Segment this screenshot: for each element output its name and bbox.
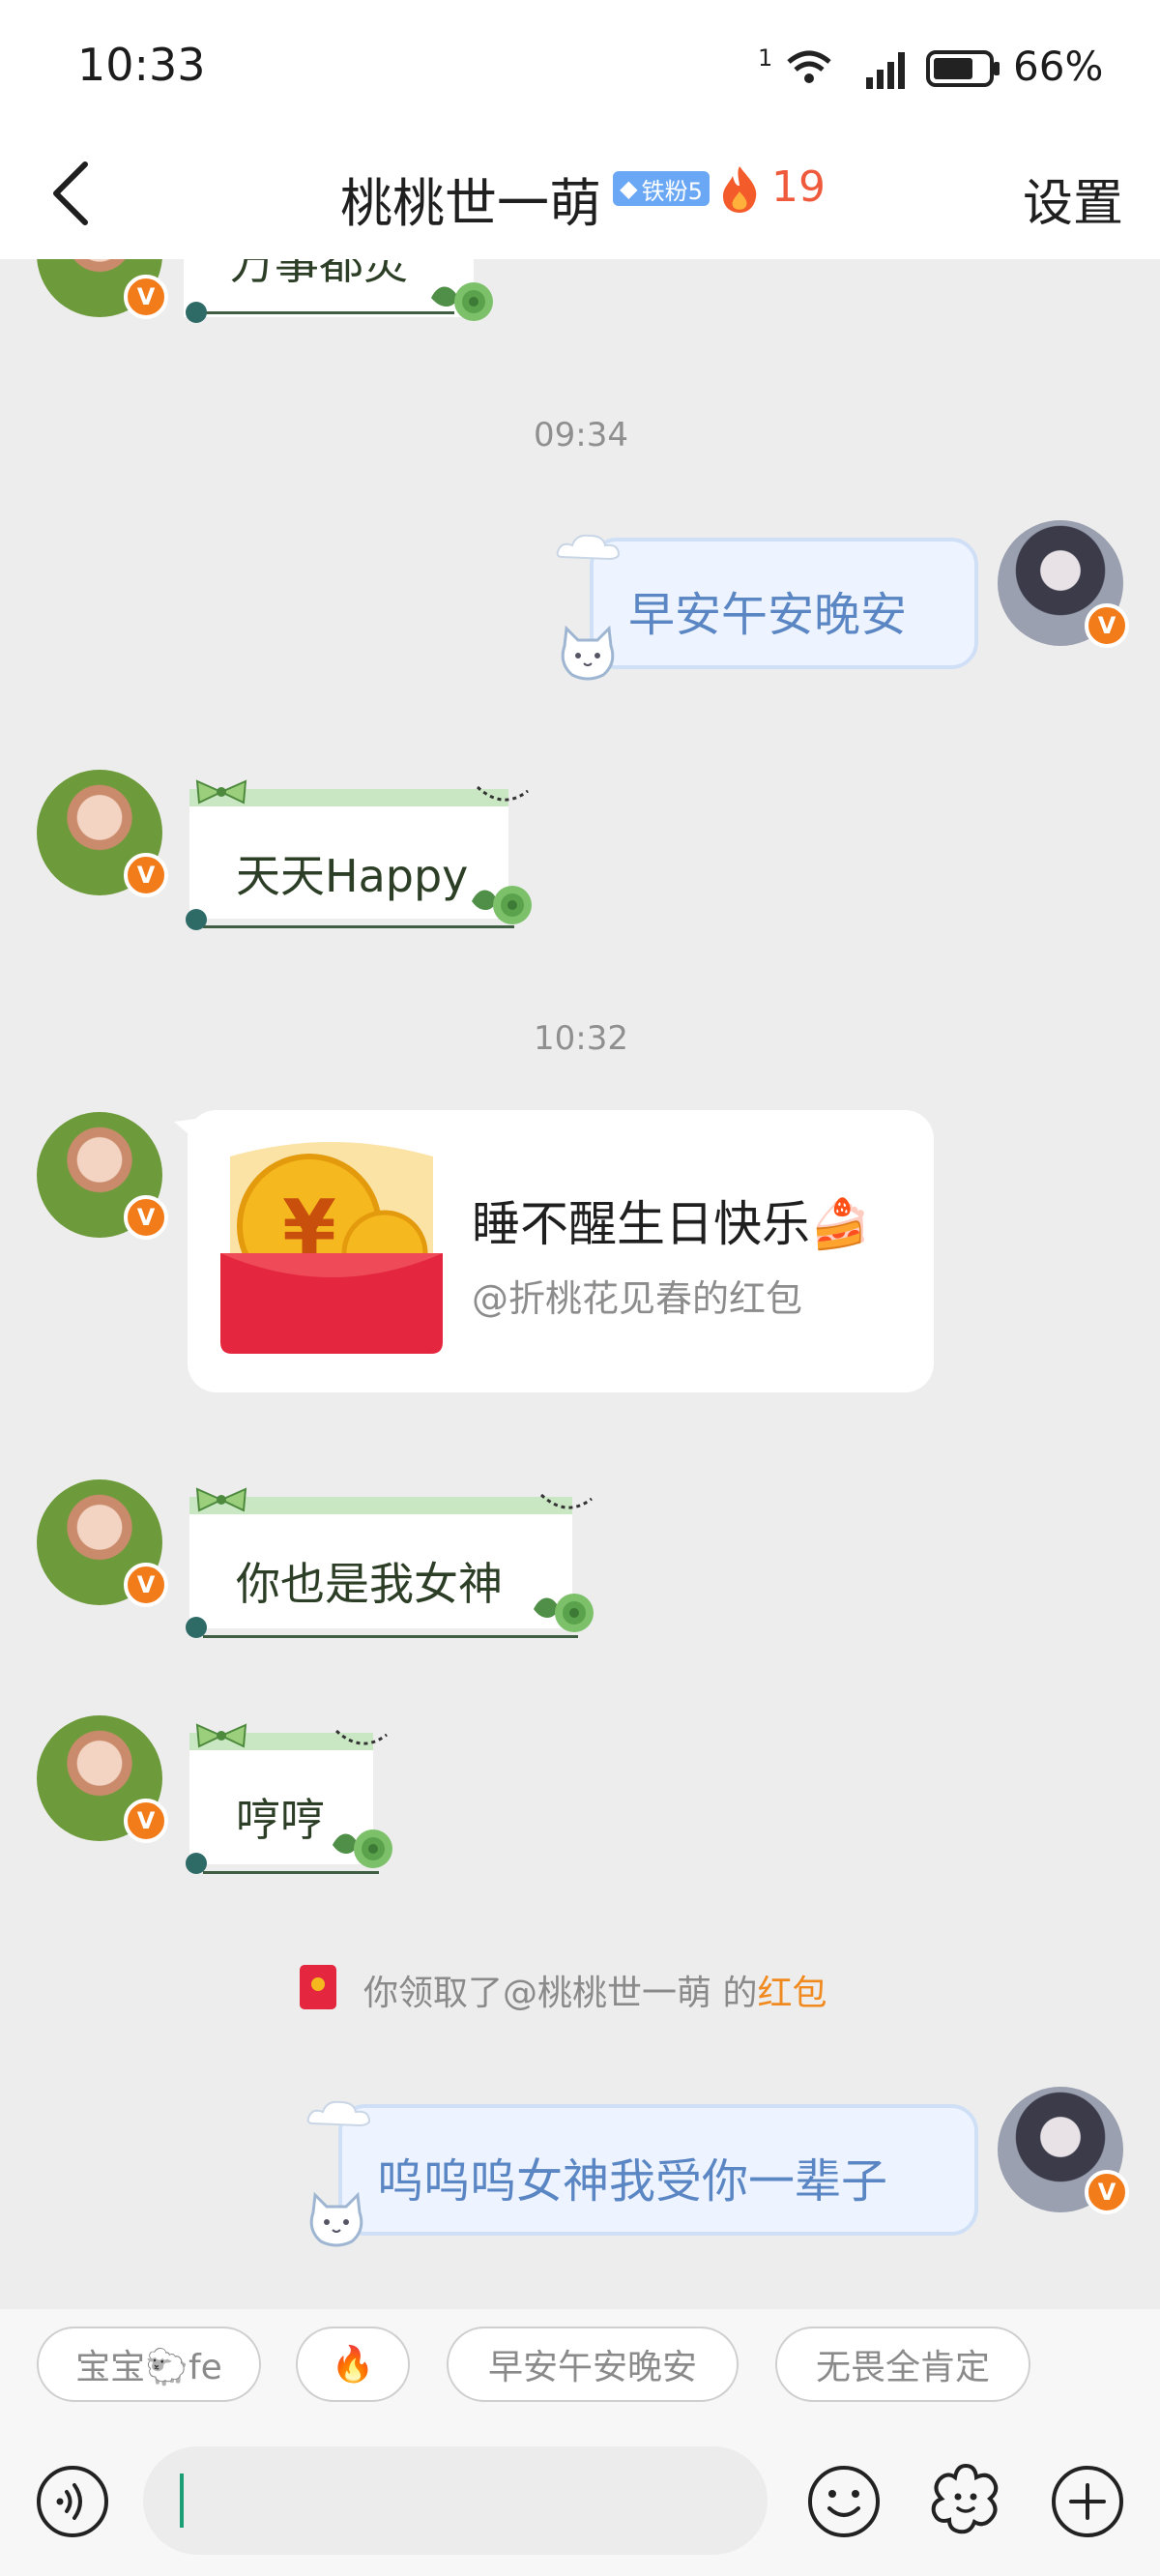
bow-icon: [195, 779, 247, 805]
beads-icon: [476, 785, 529, 802]
incoming-bubble[interactable]: 天天Happy: [189, 789, 514, 928]
bead-icon: [186, 909, 207, 930]
plus-icon[interactable]: [1050, 2464, 1125, 2539]
cat-icon: [561, 625, 615, 681]
fan-level-badge: ◆ 铁粉5: [613, 171, 710, 206]
quick-reply-chip[interactable]: 无畏全肯定: [775, 2327, 1030, 2402]
timestamp: 10:32: [534, 1019, 628, 1058]
voice-icon[interactable]: [35, 2464, 110, 2539]
battery-percent: 66%: [1013, 43, 1104, 90]
timestamp: 09:34: [534, 416, 628, 454]
sim-label: 1: [758, 44, 773, 72]
beads-icon: [539, 1493, 593, 1509]
verified-icon: V: [124, 1563, 168, 1607]
partial-message-text: 万事都灵: [230, 259, 408, 289]
bow-icon: [195, 1723, 247, 1748]
message-input[interactable]: [143, 2446, 768, 2555]
my-avatar[interactable]: V: [998, 2087, 1129, 2214]
incoming-message-text: 天天Happy: [236, 850, 469, 902]
fan-badge-label: 铁粉5: [641, 177, 703, 205]
contact-avatar[interactable]: V: [37, 1112, 168, 1240]
signal-icon: [866, 52, 905, 89]
rose-icon: [472, 886, 532, 924]
red-packet-subtitle: @折桃花见春的红包: [472, 1277, 803, 1320]
verified-icon: V: [124, 1799, 168, 1843]
cloud-icon: [556, 534, 621, 561]
verified-icon: V: [1085, 603, 1129, 648]
cat-icon: [309, 2191, 363, 2247]
bubble-underline: [193, 311, 454, 314]
partial-message-row: V 万事都灵: [0, 259, 1160, 327]
rose-icon: [333, 1830, 392, 1868]
bubble-tail: [174, 1118, 203, 1147]
notice-red-packet-link[interactable]: 红包: [757, 1974, 826, 2013]
text-caret: [180, 2474, 184, 2528]
verified-icon: V: [124, 853, 168, 897]
my-avatar[interactable]: V: [998, 520, 1129, 648]
incoming-bubble[interactable]: 你也是我女神: [189, 1497, 578, 1638]
bead-icon: [186, 1617, 207, 1638]
battery-icon: [926, 50, 1000, 87]
bead-icon: [186, 302, 207, 323]
outgoing-bubble[interactable]: 呜呜呜女神我受你一辈子: [338, 2104, 978, 2236]
streak-count: 19: [771, 162, 826, 212]
quick-reply-chip[interactable]: 早安午安晚安: [447, 2327, 739, 2402]
contact-avatar[interactable]: V: [37, 770, 168, 897]
emoji-icon[interactable]: [806, 2464, 882, 2539]
verified-icon: V: [1085, 2170, 1129, 2214]
wifi-icon: [787, 50, 831, 83]
notice-text: 你领取了@桃桃世一萌 的: [363, 1974, 758, 2013]
system-notice: 你领取了@桃桃世一萌 的红包: [363, 1965, 826, 2015]
red-packet-icon: ¥: [220, 1142, 443, 1354]
rose-icon: [534, 1594, 594, 1632]
red-packet-title: 睡不醒生日快乐🍰: [472, 1196, 871, 1252]
contact-avatar[interactable]: V: [37, 259, 168, 319]
quick-reply-chip[interactable]: 宝宝🐑fe: [37, 2327, 261, 2402]
fire-icon: [723, 166, 757, 213]
back-arrow-icon[interactable]: [35, 155, 112, 232]
incoming-message-text: 你也是我女神: [236, 1558, 503, 1610]
red-packet-small-icon: [300, 1965, 336, 2009]
quick-reply-chip[interactable]: 🔥: [296, 2327, 410, 2402]
settings-button[interactable]: 设置: [1023, 162, 1123, 235]
rose-icon: [431, 282, 493, 321]
chat-title[interactable]: 桃桃世一萌: [340, 161, 601, 237]
outgoing-message-text: 呜呜呜女神我受你一辈子: [377, 2154, 888, 2209]
bow-icon: [195, 1487, 247, 1512]
bead-icon: [186, 1853, 207, 1874]
contact-avatar[interactable]: V: [37, 1479, 168, 1607]
sticker-icon[interactable]: [928, 2462, 1003, 2537]
outgoing-bubble[interactable]: 早安午安晚安: [590, 538, 978, 669]
contact-avatar[interactable]: V: [37, 1715, 168, 1843]
verified-icon: V: [124, 1195, 168, 1240]
diamond-icon: ◆: [620, 175, 638, 202]
status-time: 10:33: [77, 39, 206, 91]
beads-icon: [334, 1729, 388, 1745]
outgoing-message-text: 早安午安晚安: [628, 588, 908, 642]
incoming-message-text: 哼哼: [236, 1794, 325, 1846]
cloud-icon: [306, 2100, 371, 2127]
verified-icon: V: [124, 275, 168, 319]
